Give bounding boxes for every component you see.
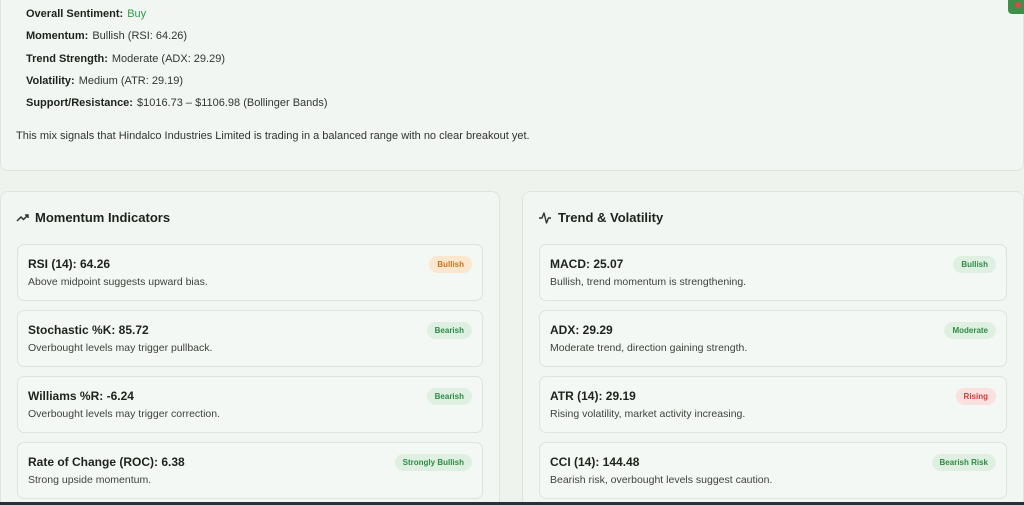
- indicator-card-adx[interactable]: ADX: 29.29 Moderate trend, direction gai…: [539, 310, 1007, 367]
- momentum-panel-title: Momentum Indicators: [35, 210, 171, 225]
- indicator-description: Bearish risk, overbought levels suggest …: [550, 474, 773, 486]
- summary-card: Overall Sentiment: Buy Momentum: Bullish (…: [0, 0, 1024, 171]
- indicator-card-roc[interactable]: Rate of Change (ROC): 6.38 Strong upside…: [17, 442, 483, 499]
- summary-row-sentiment: Overall Sentiment: Buy: [26, 3, 328, 25]
- trend-panel: Trend & Volatility MACD: 25.07 Bullish, …: [522, 191, 1024, 505]
- indicator-card-macd[interactable]: MACD: 25.07 Bullish, trend momentum is s…: [539, 244, 1007, 301]
- trend-panel-header: Trend & Volatility: [538, 210, 663, 225]
- activity-icon: [539, 211, 551, 224]
- summary-value: Moderate (ADX: 29.29): [111, 52, 226, 65]
- indicator-title: Williams %R: -6.24: [28, 389, 134, 403]
- summary-value: Buy: [127, 8, 147, 20]
- summary-row-trend-strength: Trend Strength: Moderate (ADX: 29.29): [26, 48, 328, 70]
- momentum-panel: Momentum Indicators RSI (14): 64.26 Abov…: [0, 191, 500, 505]
- summary-key: Trend Strength:: [26, 52, 108, 65]
- indicator-title: ATR (14): 29.19: [550, 389, 636, 403]
- indicator-description: Bullish, trend momentum is strengthening…: [550, 276, 747, 288]
- indicator-description: Overbought levels may trigger correction…: [28, 408, 220, 420]
- summary-key: Volatility:: [26, 74, 75, 87]
- indicator-card-stochastic[interactable]: Stochastic %K: 85.72 Overbought levels m…: [17, 310, 483, 367]
- indicator-card-atr[interactable]: ATR (14): 29.19 Rising volatility, marke…: [539, 376, 1007, 433]
- indicator-title: MACD: 25.07: [550, 257, 624, 271]
- summary-row-momentum: Momentum: Bullish (RSI: 64.26): [26, 25, 328, 47]
- indicator-card-rsi[interactable]: RSI (14): 64.26 Above midpoint suggests …: [17, 244, 483, 301]
- summary-key: Support/Resistance:: [26, 97, 133, 110]
- indicator-title: Rate of Change (ROC): 6.38: [28, 455, 185, 469]
- indicator-title: Stochastic %K: 85.72: [28, 323, 149, 337]
- indicator-title: CCI (14): 144.48: [550, 455, 640, 469]
- indicator-card-cci[interactable]: CCI (14): 144.48 Bearish risk, overbough…: [539, 442, 1007, 499]
- status-badge: Bullish: [429, 256, 472, 273]
- status-badge: Moderate: [944, 322, 996, 339]
- summary-row-volatility: Volatility: Medium (ATR: 29.19): [26, 70, 328, 92]
- momentum-panel-header: Momentum Indicators: [16, 210, 170, 225]
- summary-value: Medium (ATR: 29.19): [78, 74, 184, 87]
- summary-key: Overall Sentiment:: [26, 8, 124, 20]
- status-badge: Bearish: [426, 388, 472, 405]
- status-badge: Strongly Bullish: [394, 454, 472, 471]
- status-badge: Bearish: [426, 322, 472, 339]
- status-badge: Bearish Risk: [931, 454, 996, 471]
- indicator-description: Overbought levels may trigger pullback.: [28, 342, 213, 354]
- indicator-description: Strong upside momentum.: [28, 474, 152, 486]
- indicator-card-williams[interactable]: Williams %R: -6.24 Overbought levels may…: [17, 376, 483, 433]
- trend-panel-title: Trend & Volatility: [558, 210, 664, 225]
- summary-list: Overall Sentiment: Buy Momentum: Bullish (…: [26, 3, 328, 114]
- status-badge: Rising: [955, 388, 996, 405]
- summary-value: Bullish (RSI: 64.26): [92, 30, 188, 43]
- notification-badge-icon[interactable]: [1008, 0, 1024, 14]
- trending-up-icon: [16, 213, 29, 222]
- indicator-description: Rising volatility, market activity incre…: [550, 408, 746, 420]
- indicator-description: Moderate trend, direction gaining streng…: [550, 342, 748, 354]
- summary-note: This mix signals that Hindalco Industrie…: [16, 130, 530, 142]
- summary-row-support-resistance: Support/Resistance: $1016.73 – $1106.98 (…: [26, 92, 328, 114]
- page: Overall Sentiment: Buy Momentum: Bullish (…: [0, 0, 1024, 505]
- indicator-description: Above midpoint suggests upward bias.: [28, 276, 208, 288]
- indicator-title: RSI (14): 64.26: [28, 257, 111, 271]
- status-badge: Bullish: [953, 256, 996, 273]
- indicator-title: ADX: 29.29: [550, 323, 613, 337]
- summary-key: Momentum:: [26, 30, 89, 43]
- summary-value: $1016.73 – $1106.98 (Bollinger Bands): [136, 97, 328, 110]
